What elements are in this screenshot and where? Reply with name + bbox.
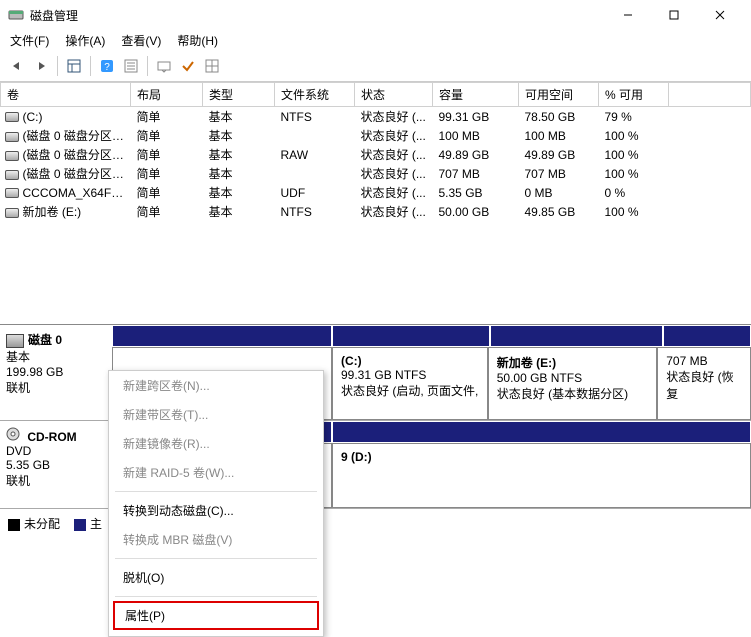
volume-icon [5,170,19,180]
ctx-new-raid5: 新建 RAID-5 卷(W)... [109,458,323,487]
legend-primary-swatch [74,519,86,531]
maximize-button[interactable] [651,0,697,30]
title-bar: 磁盘管理 [0,0,751,30]
table-row[interactable]: (磁盘 0 磁盘分区 1)简单基本状态良好 (...100 MB100 MB10… [1,126,751,145]
legend-unalloc-swatch [8,519,20,531]
svg-text:?: ? [104,62,110,73]
menu-action[interactable]: 操作(A) [65,32,105,49]
volume-icon [5,132,19,142]
menu-file[interactable]: 文件(F) [10,32,49,49]
col-layout[interactable]: 布局 [131,83,203,107]
help-icon[interactable]: ? [96,55,118,77]
table-row[interactable]: (C:)简单基本NTFS状态良好 (...99.31 GB78.50 GB79 … [1,107,751,127]
cdrom-info[interactable]: CD-ROM DVD 5.35 GB 联机 [0,421,112,508]
window-title: 磁盘管理 [30,7,78,24]
menu-bar: 文件(F) 操作(A) 查看(V) 帮助(H) [0,30,751,53]
app-icon [8,7,24,23]
back-button[interactable] [6,55,28,77]
disk-icon [6,334,24,348]
cdrom-partition[interactable]: 9 (D:) [332,443,751,508]
col-volume[interactable]: 卷 [1,83,131,107]
volume-icon [5,112,19,122]
ctx-new-striped: 新建带区卷(T)... [109,400,323,429]
partition-recovery[interactable]: 707 MB 状态良好 (恢复 [657,347,751,420]
ctx-convert-dynamic[interactable]: 转换到动态磁盘(C)... [109,496,323,525]
col-status[interactable]: 状态 [355,83,433,107]
menu-view[interactable]: 查看(V) [121,32,161,49]
ctx-new-mirror: 新建镜像卷(R)... [109,429,323,458]
toolbar: ? [0,53,751,82]
action-icon[interactable] [153,55,175,77]
view-icon[interactable] [63,55,85,77]
minimize-button[interactable] [605,0,651,30]
context-menu: 新建跨区卷(N)... 新建带区卷(T)... 新建镜像卷(R)... 新建 R… [108,370,324,637]
col-capacity[interactable]: 容量 [433,83,519,107]
close-button[interactable] [697,0,743,30]
col-pct[interactable]: % 可用 [599,83,669,107]
table-row[interactable]: (磁盘 0 磁盘分区 6)简单基本状态良好 (...707 MB707 MB10… [1,164,751,183]
column-header-row: 卷 布局 类型 文件系统 状态 容量 可用空间 % 可用 [1,83,751,107]
ctx-new-spanned: 新建跨区卷(N)... [109,371,323,400]
forward-button[interactable] [30,55,52,77]
col-fs[interactable]: 文件系统 [275,83,355,107]
menu-help[interactable]: 帮助(H) [177,32,218,49]
ctx-offline[interactable]: 脱机(O) [109,563,323,592]
check-icon[interactable] [177,55,199,77]
col-type[interactable]: 类型 [203,83,275,107]
disk0-info[interactable]: 磁盘 0 基本 199.98 GB 联机 [0,325,112,420]
volume-icon [5,151,19,161]
grid-icon[interactable] [201,55,223,77]
partition-e[interactable]: 新加卷 (E:) 50.00 GB NTFS 状态良好 (基本数据分区) [488,347,658,420]
table-row[interactable]: CCCOMA_X64FR...简单基本UDF状态良好 (...5.35 GB0 … [1,183,751,202]
partition-c[interactable]: (C:) 99.31 GB NTFS 状态良好 (启动, 页面文件, [332,347,488,420]
volume-icon [5,208,19,218]
ctx-convert-mbr: 转换成 MBR 磁盘(V) [109,525,323,554]
table-row[interactable]: 新加卷 (E:)简单基本NTFS状态良好 (...50.00 GB49.85 G… [1,202,751,221]
col-free[interactable]: 可用空间 [519,83,599,107]
list-icon[interactable] [120,55,142,77]
ctx-properties[interactable]: 属性(P) [113,601,319,630]
table-row[interactable]: (磁盘 0 磁盘分区 3)简单基本RAW状态良好 (...49.89 GB49.… [1,145,751,164]
volume-list[interactable]: 卷 布局 类型 文件系统 状态 容量 可用空间 % 可用 (C:)简单基本NTF… [0,82,751,324]
volume-icon [5,188,19,198]
cdrom-icon [6,430,24,444]
